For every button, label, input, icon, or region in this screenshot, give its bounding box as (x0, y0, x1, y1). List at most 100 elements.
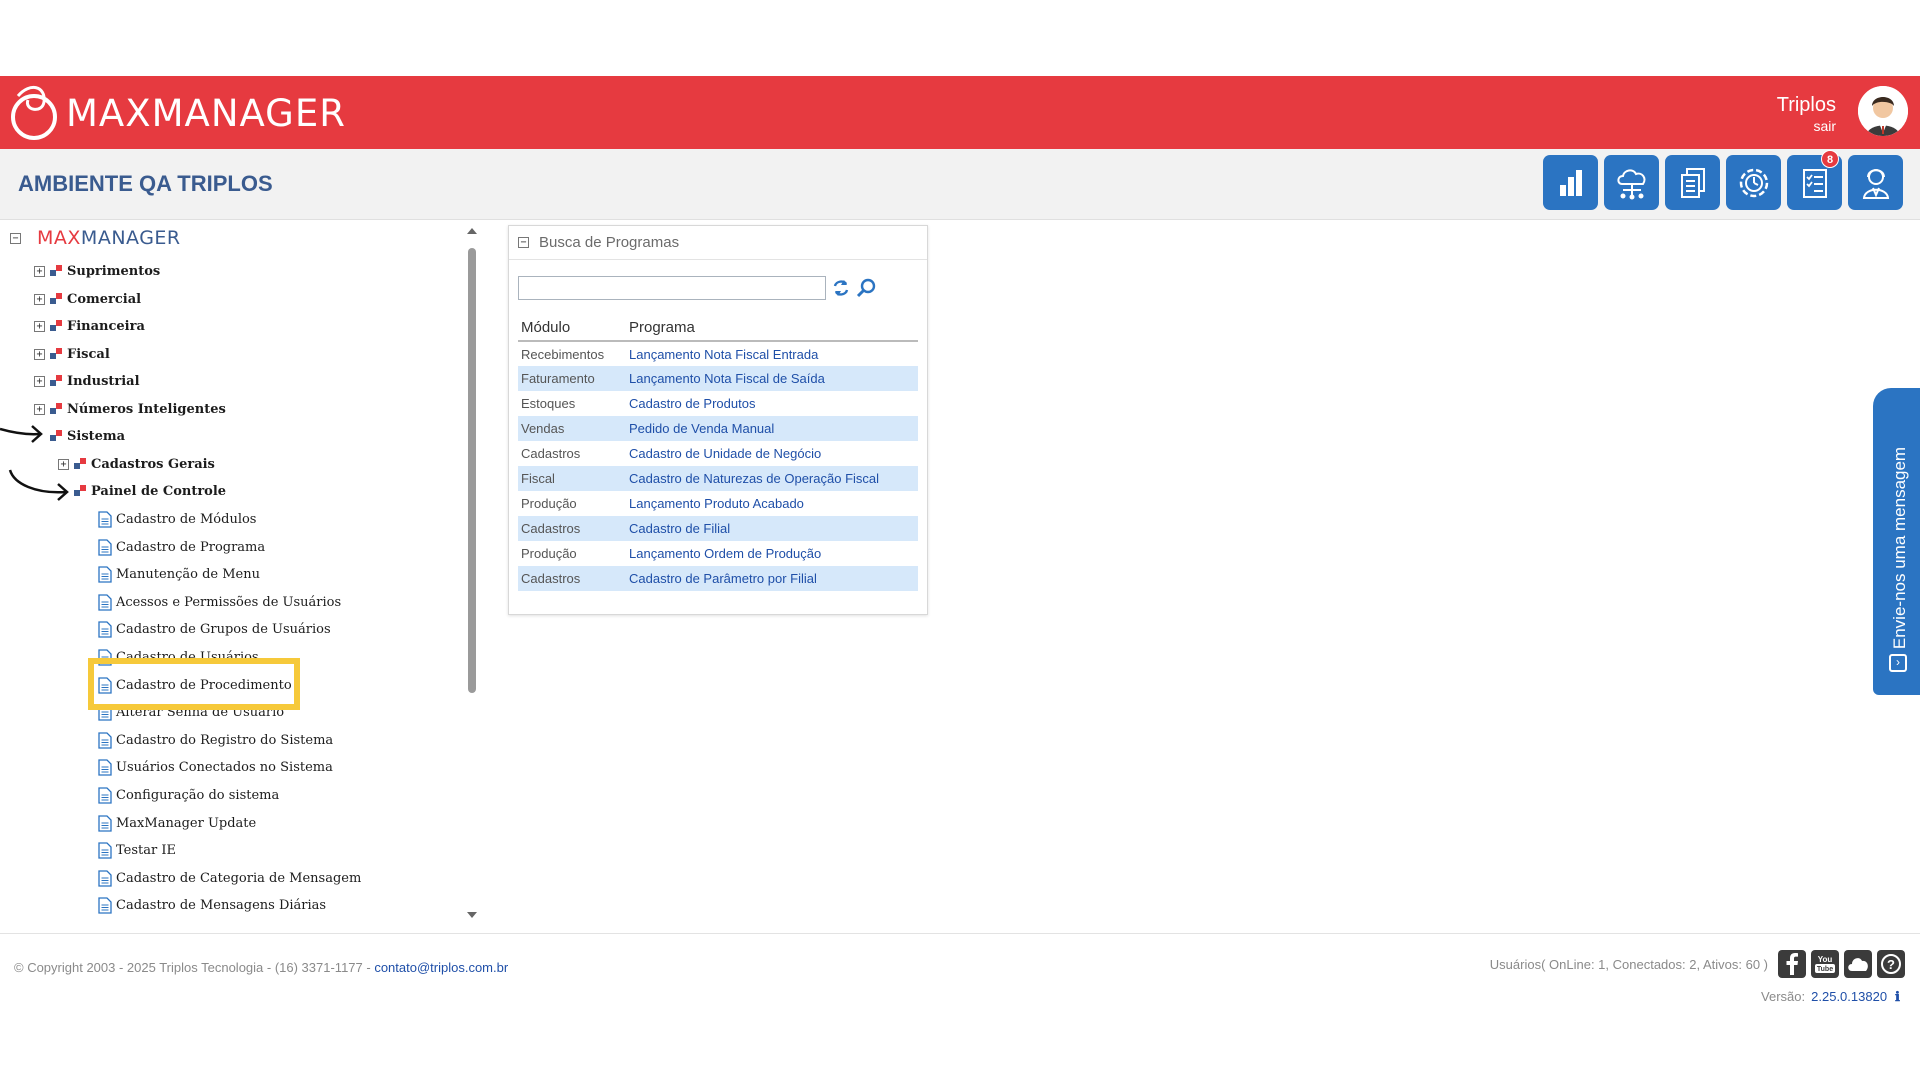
info-icon[interactable]: ℹ (1895, 989, 1900, 1004)
expand-icon[interactable]: + (34, 403, 45, 415)
table-header-row: Módulo Programa (518, 314, 918, 342)
search-button[interactable] (856, 278, 876, 298)
row-program-link[interactable]: Lançamento Nota Fiscal de Saída (626, 366, 918, 391)
tree-leaf-item[interactable]: Cadastro de Programa (98, 537, 265, 557)
version-value: 2.25.0.13820 (1811, 989, 1888, 1004)
table-row[interactable]: Produção Lançamento Produto Acabado (518, 491, 918, 516)
panel-header[interactable]: − Busca de Programas (509, 226, 927, 260)
tree-leaf-label: Testar IE (116, 842, 176, 858)
table-row[interactable]: Cadastros Cadastro de Parâmetro por Filia… (518, 566, 918, 591)
tree-leaf-item[interactable]: MaxManager Update (98, 813, 256, 833)
chart-button[interactable] (1543, 155, 1598, 210)
svg-text:?: ? (1887, 957, 1895, 972)
tree-node-label: Sistema (67, 428, 126, 444)
tree-node-cadastros-gerais[interactable]: + Cadastros Gerais (58, 454, 215, 474)
settings-cycle-button[interactable] (1726, 155, 1781, 210)
folder-icon (49, 430, 63, 442)
refresh-button[interactable] (832, 278, 850, 298)
top-header: MAXMANAGER Triplos sair (0, 76, 1920, 149)
tree-node-label: Comercial (67, 291, 142, 307)
youtube-icon[interactable]: You Tube (1811, 950, 1839, 978)
send-message-tab[interactable]: Envie-nos uma mensagem › (1873, 388, 1920, 695)
tree-leaf-label: Manutenção de Menu (116, 566, 260, 582)
tree-node-label: Industrial (67, 373, 140, 389)
user-support-button[interactable] (1848, 155, 1903, 210)
version-info: Versão: 2.25.0.13820 ℹ (1761, 989, 1900, 1005)
program-search-input[interactable] (518, 276, 826, 300)
maxmanager-logo[interactable]: MAXMANAGER (8, 80, 346, 146)
column-header-module[interactable]: Módulo (518, 314, 626, 342)
highlight-annotation (88, 658, 300, 710)
row-program-link[interactable]: Lançamento Ordem de Produção (626, 541, 918, 566)
tree-node-comercial[interactable]: + Comercial (34, 289, 141, 309)
help-icon[interactable]: ? (1877, 950, 1905, 978)
table-row[interactable]: Vendas Pedido de Venda Manual (518, 416, 918, 441)
tree-node-fiscal[interactable]: + Fiscal (34, 344, 110, 364)
row-program-link[interactable]: Cadastro de Naturezas de Operação Fiscal (626, 466, 918, 491)
row-program-link[interactable]: Lançamento Produto Acabado (626, 491, 918, 516)
row-program-link[interactable]: Cadastro de Parâmetro por Filial (626, 566, 918, 591)
facebook-icon[interactable] (1778, 950, 1806, 978)
tree-leaf-label: Acessos e Permissões de Usuários (116, 594, 342, 610)
scroll-thumb[interactable] (468, 248, 476, 693)
tree-node-painel-de-controle[interactable]: Painel de Controle (73, 481, 226, 501)
tree-node-suprimentos[interactable]: + Suprimentos (34, 261, 160, 281)
table-row[interactable]: Fiscal Cadastro de Naturezas de Operação … (518, 466, 918, 491)
collapse-icon[interactable]: − (10, 232, 21, 244)
table-row[interactable]: Estoques Cadastro de Produtos (518, 391, 918, 416)
expand-icon[interactable]: + (34, 293, 45, 305)
row-program-link[interactable]: Lançamento Nota Fiscal Entrada (626, 341, 918, 366)
user-avatar[interactable] (1858, 86, 1908, 136)
tree-leaf-item[interactable]: Testar IE (98, 840, 176, 860)
expand-icon[interactable]: + (34, 320, 45, 332)
logout-link[interactable]: sair (1813, 118, 1836, 134)
tree-node-financeira[interactable]: + Financeira (34, 316, 145, 336)
expand-icon[interactable]: + (34, 265, 45, 277)
tree-leaf-item[interactable]: Cadastro de Grupos de Usuários (98, 619, 331, 639)
tree-leaf-item[interactable]: Usuários Conectados no Sistema (98, 757, 333, 777)
tree-leaf-item[interactable]: Cadastro de Mensagens Diárias (98, 895, 326, 915)
tree-leaf-item[interactable]: Cadastro de Módulos (98, 509, 256, 529)
tree-leaf-item[interactable]: Cadastro do Registro do Sistema (98, 730, 333, 750)
documents-button[interactable] (1665, 155, 1720, 210)
cloud-icon[interactable] (1844, 950, 1872, 978)
document-icon (98, 731, 112, 749)
checklist-button[interactable]: 8 (1787, 150, 1842, 210)
contact-email-link[interactable]: contato@triplos.com.br (374, 960, 508, 975)
environment-bar: AMBIENTE QA TRIPLOS 8 (0, 149, 1920, 220)
toolbar: 8 (1543, 150, 1903, 210)
tree-node-industrial[interactable]: + Industrial (34, 371, 140, 391)
tree-leaf-item[interactable]: Manutenção de Menu (98, 564, 260, 584)
tree-node-sistema[interactable]: Sistema (49, 426, 125, 446)
tree-leaf-item[interactable]: Cadastro de Categoria de Mensagem (98, 868, 361, 888)
table-row[interactable]: Cadastros Cadastro de Filial (518, 516, 918, 541)
svg-text:You: You (1818, 955, 1833, 964)
row-program-link[interactable]: Cadastro de Filial (626, 516, 918, 541)
tree-node-numeros-inteligentes[interactable]: + Números Inteligentes (34, 399, 226, 419)
tree-leaf-item[interactable]: Acessos e Permissões de Usuários (98, 592, 341, 612)
table-row[interactable]: Faturamento Lançamento Nota Fiscal de Saí… (518, 366, 918, 391)
cloud-network-icon (1616, 168, 1645, 199)
copyright-text: © Copyright 2003 - 2025 Triplos Tecnolog… (14, 960, 508, 975)
cloud-network-button[interactable] (1604, 155, 1659, 210)
scroll-up-icon[interactable] (467, 228, 477, 234)
tree-root[interactable]: − MAXMANAGER (10, 227, 181, 249)
social-links: You Tube ? (1778, 950, 1905, 978)
menu-tree: − MAXMANAGER + Suprimentos + Comercial +… (0, 222, 477, 922)
row-program-link[interactable]: Cadastro de Unidade de Negócio (626, 441, 918, 466)
expand-icon[interactable]: + (34, 348, 45, 360)
table-row[interactable]: Cadastros Cadastro de Unidade de Negócio (518, 441, 918, 466)
tree-leaf-item[interactable]: Configuração do sistema (98, 785, 279, 805)
row-program-link[interactable]: Cadastro de Produtos (626, 391, 918, 416)
table-row[interactable]: Produção Lançamento Ordem de Produção (518, 541, 918, 566)
tree-scrollbar[interactable] (465, 228, 479, 918)
scroll-down-icon[interactable] (467, 912, 477, 918)
expand-icon[interactable]: + (58, 458, 69, 470)
collapse-icon[interactable]: − (518, 237, 529, 248)
column-header-program[interactable]: Programa (626, 314, 918, 342)
table-row[interactable]: Recebimentos Lançamento Nota Fiscal Entra… (518, 341, 918, 366)
checklist-icon (1802, 168, 1827, 198)
row-module: Produção (521, 546, 577, 561)
row-program-link[interactable]: Pedido de Venda Manual (626, 416, 918, 441)
expand-icon[interactable]: + (34, 375, 45, 387)
